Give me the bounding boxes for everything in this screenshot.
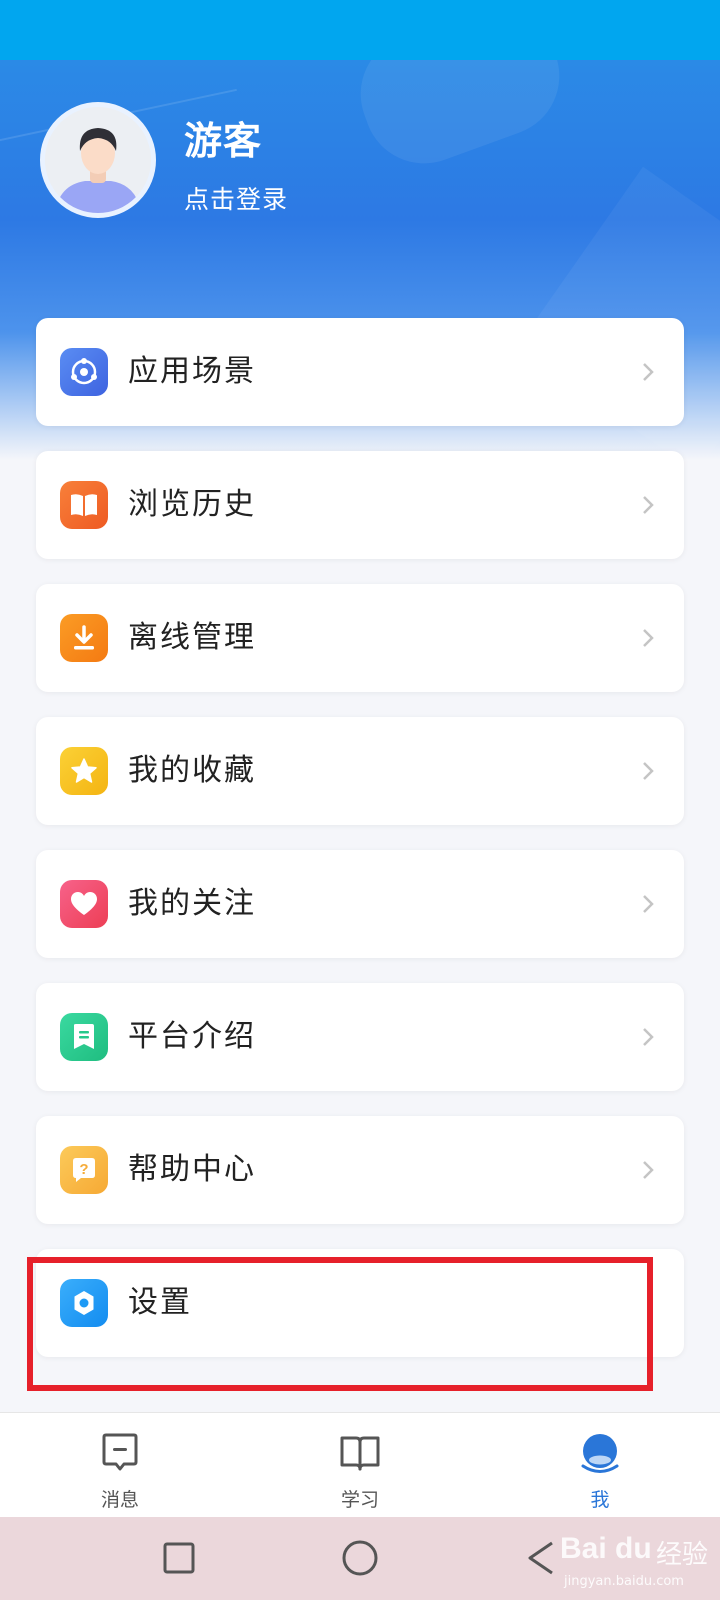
recent-apps-icon[interactable]	[158, 1537, 200, 1579]
watermark-sub: 经验	[656, 1540, 709, 1570]
tab-learning[interactable]: 学习	[240, 1413, 480, 1518]
watermark-brand: Bai du	[560, 1532, 652, 1565]
tab-messages[interactable]: 消息	[0, 1413, 240, 1518]
chevron-right-icon	[643, 363, 654, 381]
watermark: Bai du 经验 jingyan.baidu.com	[560, 1522, 720, 1600]
menu-label: 平台介绍	[128, 1019, 256, 1054]
menu-item-platform-intro[interactable]: 平台介绍	[36, 983, 684, 1091]
tab-me[interactable]: 我	[480, 1413, 720, 1518]
menu-item-app-scene[interactable]: 应用场景	[36, 318, 684, 426]
chevron-right-icon	[643, 1161, 654, 1179]
menu-item-help-center[interactable]: ? 帮助中心	[36, 1116, 684, 1224]
svg-text:?: ?	[79, 1161, 88, 1178]
menu-item-browse-history[interactable]: 浏览历史	[36, 451, 684, 559]
chevron-right-icon	[643, 1028, 654, 1046]
book-open-icon	[340, 1436, 380, 1471]
message-icon	[102, 1433, 138, 1471]
watermark-url: jingyan.baidu.com	[564, 1574, 684, 1589]
tab-label: 学习	[340, 1489, 379, 1511]
status-bar	[0, 0, 720, 60]
username: 游客	[184, 119, 263, 163]
book-icon	[60, 481, 108, 529]
chevron-right-icon	[643, 762, 654, 780]
menu-label: 我的关注	[128, 886, 256, 921]
menu-label: 离线管理	[128, 620, 256, 655]
home-icon[interactable]	[339, 1537, 381, 1579]
chevron-right-icon	[643, 629, 654, 647]
login-link[interactable]: 点击登录	[184, 180, 288, 216]
menu-label: 帮助中心	[128, 1152, 256, 1187]
menu-label: 我的收藏	[128, 753, 256, 788]
highlight-annotation	[27, 1257, 653, 1391]
heart-icon	[60, 880, 108, 928]
star-icon	[60, 747, 108, 795]
menu-label: 浏览历史	[128, 487, 256, 522]
menu-item-my-follows[interactable]: 我的关注	[36, 850, 684, 958]
profile-icon	[581, 1434, 619, 1473]
download-icon	[60, 614, 108, 662]
header-decoration	[343, 60, 577, 181]
avatar-person-icon	[45, 107, 151, 213]
document-icon	[60, 1013, 108, 1061]
back-icon[interactable]	[520, 1537, 562, 1579]
help-icon: ?	[60, 1146, 108, 1194]
menu-label: 应用场景	[128, 354, 256, 389]
chevron-right-icon	[643, 496, 654, 514]
avatar[interactable]	[40, 102, 156, 218]
tab-label: 消息	[100, 1489, 139, 1511]
chevron-right-icon	[643, 895, 654, 913]
menu-item-offline-management[interactable]: 离线管理	[36, 584, 684, 692]
menu-item-my-favorites[interactable]: 我的收藏	[36, 717, 684, 825]
app-scene-icon	[60, 348, 108, 396]
tab-label: 我	[590, 1489, 610, 1511]
tab-bar: 消息 学习 我	[0, 1412, 720, 1517]
